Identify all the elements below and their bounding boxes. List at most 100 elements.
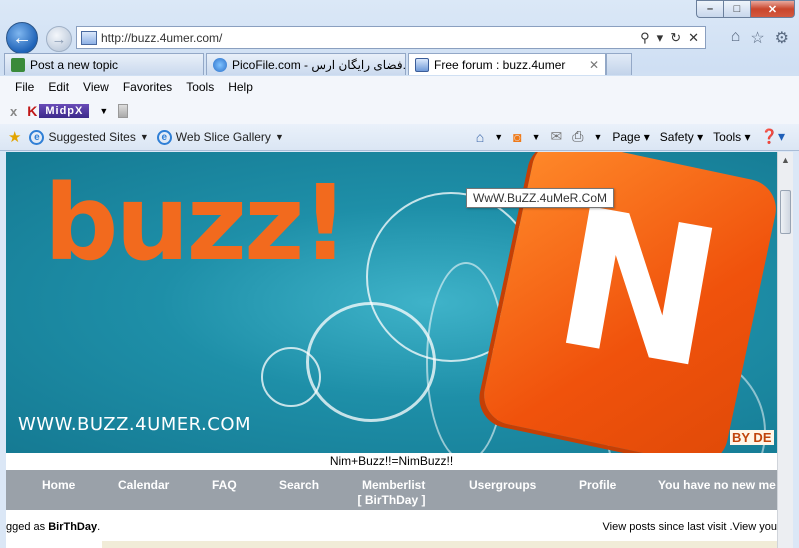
dropdown-arrow-icon[interactable]: ▼ <box>532 132 541 142</box>
banner-by-text: BY DE <box>730 430 774 445</box>
menu-bar: File Edit View Favorites Tools Help <box>0 76 799 98</box>
toolbar-widget-icon[interactable] <box>118 104 129 118</box>
safety-menu-label: Safety <box>659 129 694 144</box>
menu-tools[interactable]: Tools <box>179 80 221 94</box>
dropdown-arrow-icon[interactable]: ▼ <box>593 132 602 142</box>
address-bar[interactable]: http://buzz.4umer.com/ ⚲ ▾ ↻ ✕ <box>76 26 706 49</box>
stop-icon[interactable]: ✕ <box>688 30 699 46</box>
nav-faq[interactable]: FAQ <box>212 478 237 492</box>
addon-toolbar: x K MidpX ▼ <box>0 98 799 124</box>
tab-favicon-icon <box>415 57 429 72</box>
dropdown-arrow-icon[interactable]: ▼ <box>99 106 108 116</box>
banner-site-url: WWW.BUZZ.4UMER.COM <box>18 414 252 435</box>
tooltip: WwW.BuZZ.4uMeR.CoM <box>466 188 615 208</box>
help-icon[interactable]: ❓▾ <box>761 128 785 145</box>
globe-icon <box>213 57 227 72</box>
print-icon[interactable]: ⎙ <box>572 128 583 145</box>
home-icon[interactable]: ⌂ <box>476 129 484 145</box>
window-right-border <box>793 152 799 548</box>
browser-chrome: – □ ✕ ← → http://buzz.4umer.com/ ⚲ ▾ ↻ ✕… <box>0 0 799 152</box>
forum-navbar: Home Calendar FAQ Search Memberlist User… <box>6 470 777 510</box>
forward-arrow-icon: → <box>51 30 67 48</box>
tab-picofile[interactable]: PicoFile.com - فضای رایگان ارس... <box>206 53 406 75</box>
swirl-decoration <box>261 347 321 407</box>
tab-favicon-icon <box>11 57 25 72</box>
ie-icon: e <box>29 129 45 145</box>
window-controls: – □ ✕ <box>696 0 795 18</box>
suggested-sites[interactable]: e Suggested Sites ▼ <box>29 129 149 145</box>
menu-help[interactable]: Help <box>221 80 260 94</box>
favorites-bar: ★ e Suggested Sites ▼ e Web Slice Galler… <box>0 124 799 151</box>
tools-menu[interactable]: Tools ▾ <box>713 130 750 144</box>
nav-new-messages[interactable]: You have no new me <box>658 478 776 492</box>
web-slice-gallery[interactable]: e Web Slice Gallery ▼ <box>156 129 284 145</box>
nav-calendar[interactable]: Calendar <box>118 478 169 492</box>
mail-icon[interactable]: ✉ <box>551 128 563 145</box>
menu-edit[interactable]: Edit <box>41 80 76 94</box>
back-arrow-icon: ← <box>12 26 32 49</box>
gear-icon[interactable]: ⚙ <box>775 28 789 48</box>
nav-memberlist[interactable]: Memberlist <box>362 478 425 492</box>
menu-file[interactable]: File <box>8 80 41 94</box>
back-button[interactable]: ← <box>6 22 38 54</box>
address-url[interactable]: http://buzz.4umer.com/ <box>101 31 640 45</box>
tab-strip: Post a new topic PicoFile.com - فضای رای… <box>0 53 799 75</box>
web-slice-gallery-label: Web Slice Gallery <box>175 130 271 144</box>
close-tab-icon[interactable]: ✕ <box>589 58 599 72</box>
rss-feed-icon[interactable]: ◙ <box>513 129 521 145</box>
forum-banner[interactable]: buzz! N WWW.BUZZ.4UMER.COM BY DE WwW.BuZ… <box>6 152 777 453</box>
maximize-button[interactable]: □ <box>723 0 750 18</box>
home-icon[interactable]: ⌂ <box>731 28 741 48</box>
close-toolbar-button[interactable]: x <box>10 104 17 119</box>
command-bar: ⌂ ▼ ◙ ▼ ✉ ⎙ ▼ Page ▾ Safety ▾ Tools ▾ ❓▾ <box>476 128 785 145</box>
menu-favorites[interactable]: Favorites <box>116 80 179 94</box>
k-logo-icon: K <box>27 103 38 119</box>
content-strip <box>102 541 777 548</box>
close-button[interactable]: ✕ <box>750 0 795 18</box>
forum-caption: Nim+Buzz!!=NimBuzz!! <box>329 454 454 468</box>
safety-menu[interactable]: Safety ▾ <box>660 130 703 144</box>
dropdown-arrow-icon: ▼ <box>139 132 149 142</box>
minimize-button[interactable]: – <box>696 0 723 18</box>
midpx-logo-text: MidpX <box>39 104 90 118</box>
search-icon[interactable]: ⚲ <box>640 30 650 46</box>
buzz-logo-text: buzz! <box>44 162 349 284</box>
scroll-up-arrow-icon[interactable]: ▲ <box>778 152 793 168</box>
nav-profile[interactable]: Profile <box>579 478 616 492</box>
favorites-button[interactable]: ★ <box>8 128 21 146</box>
nav-home[interactable]: Home <box>42 478 75 492</box>
page-menu-label: Page <box>612 129 641 144</box>
tab-post-new-topic[interactable]: Post a new topic <box>4 53 204 75</box>
refresh-icon[interactable]: ↻ <box>670 30 681 46</box>
new-tab-button[interactable] <box>606 53 632 75</box>
nav-search[interactable]: Search <box>279 478 319 492</box>
menu-view[interactable]: View <box>76 80 116 94</box>
dropdown-arrow-icon: ▼ <box>274 132 284 142</box>
view-posts-links[interactable]: View posts since last visit .View you <box>603 521 777 533</box>
dropdown-arrow-icon[interactable]: ▼ <box>494 132 503 142</box>
nav-usergroups[interactable]: Usergroups <box>469 478 536 492</box>
page-menu[interactable]: Page ▾ <box>612 130 649 144</box>
midpx-logo[interactable]: K MidpX <box>27 103 90 119</box>
logged-username[interactable]: BirThDay <box>48 521 97 533</box>
tab-label: Post a new topic <box>30 57 119 72</box>
forward-button[interactable]: → <box>46 26 72 52</box>
page-icon <box>81 30 97 45</box>
vertical-scrollbar[interactable]: ▲ <box>777 152 793 548</box>
nav-birthday[interactable]: [ BirThDay ] <box>6 493 777 507</box>
swirl-decoration <box>306 302 436 422</box>
tab-label: Free forum : buzz.4umer <box>434 57 566 72</box>
tab-free-forum[interactable]: Free forum : buzz.4umer ✕ <box>408 53 606 75</box>
scrollbar-thumb[interactable] <box>780 190 791 234</box>
suggested-sites-label: Suggested Sites <box>48 130 136 144</box>
favorites-star-add-icon: ★ <box>8 129 22 146</box>
dropdown-arrow-icon[interactable]: ▾ <box>657 30 664 46</box>
logged-in-text: gged as BirThDay. <box>6 521 100 533</box>
favorites-star-icon[interactable]: ☆ <box>750 28 764 48</box>
browser-right-icons: ⌂ ☆ ⚙ <box>731 28 789 48</box>
logged-suffix: . <box>97 521 101 533</box>
tools-menu-label: Tools <box>713 129 742 144</box>
tab-label: PicoFile.com - فضای رایگان ارس... <box>232 57 406 72</box>
ie-icon: e <box>156 129 172 145</box>
logged-prefix: gged as <box>6 521 49 533</box>
